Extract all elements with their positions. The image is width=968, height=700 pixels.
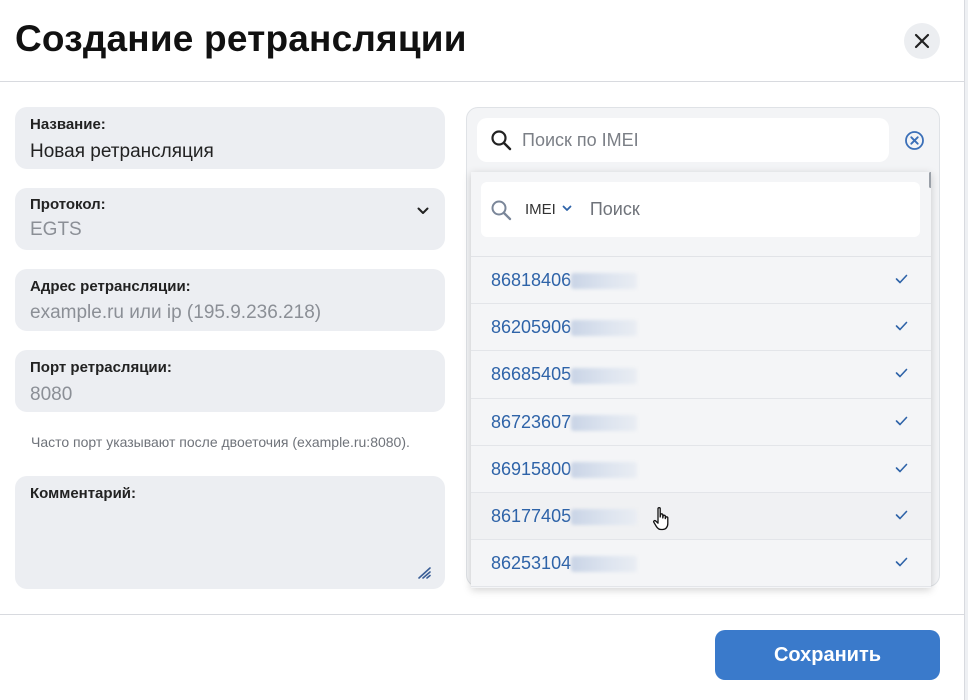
dropdown-search[interactable]: IMEI Поиск <box>481 182 920 237</box>
search-icon <box>491 200 512 220</box>
hand-pointer-icon <box>653 507 669 531</box>
list-item[interactable]: 86915800 <box>471 445 931 493</box>
list-item[interactable]: 86205906 <box>471 304 931 352</box>
masked-digits <box>571 509 638 526</box>
protocol-select[interactable]: Протокол: EGTS <box>15 188 445 250</box>
name-value: Новая ретрансляция <box>30 141 214 162</box>
address-input: example.ru или ip (195.9.236.218) <box>30 302 322 323</box>
search-icon <box>491 130 512 151</box>
imei-value: 86177405 <box>491 506 638 527</box>
dialog-header: Создание ретрансляции <box>0 0 968 82</box>
masked-digits <box>571 367 638 384</box>
resize-handle-icon[interactable] <box>417 567 431 579</box>
port-input: 8080 <box>30 384 73 405</box>
port-hint: Часто порт указывают после двоеточия (ex… <box>31 434 410 450</box>
comment-textarea[interactable]: Комментарий: <box>15 476 445 589</box>
address-label: Адрес ретрансляции: <box>30 278 191 295</box>
imei-value: 86253104 <box>491 553 638 574</box>
masked-digits <box>571 273 638 290</box>
masked-digits <box>571 462 638 478</box>
list-item[interactable]: 86685405 <box>471 351 931 399</box>
scrollbar-thumb[interactable] <box>929 172 931 188</box>
check-icon <box>895 510 908 520</box>
dropdown-search-input[interactable]: Поиск <box>590 199 640 220</box>
imei-value: 86205906 <box>491 317 638 338</box>
comment-label: Комментарий: <box>30 485 137 502</box>
chevron-down-icon[interactable] <box>562 205 572 212</box>
list-item[interactable]: 86723607 <box>471 398 931 446</box>
check-icon <box>895 274 908 284</box>
address-field[interactable]: Адрес ретрансляции: example.ru или ip (1… <box>15 269 445 331</box>
imei-list: 86818406 86205906 86685405 86723607 8691… <box>471 257 931 588</box>
dialog-title: Создание ретрансляции <box>15 18 467 59</box>
masked-digits <box>571 320 638 337</box>
protocol-value: EGTS <box>30 219 82 240</box>
masked-digits <box>571 556 638 573</box>
footer-divider <box>0 614 964 615</box>
imei-value: 86915800 <box>491 459 638 480</box>
name-field[interactable]: Название: Новая ретрансляция <box>15 107 445 169</box>
imei-search-placeholder: Поиск по IMEI <box>522 129 639 150</box>
close-icon <box>914 33 930 49</box>
check-icon <box>895 557 908 567</box>
list-item[interactable]: 86177405 <box>471 492 931 541</box>
masked-digits <box>571 414 638 431</box>
name-label: Название: <box>30 116 106 133</box>
imei-dropdown: IMEI Поиск 86818406 86205906 86685405 86… <box>471 172 931 588</box>
check-icon <box>895 321 908 331</box>
check-icon <box>895 369 908 378</box>
port-label: Порт ретрасляции: <box>30 359 172 376</box>
clear-icon[interactable] <box>904 130 925 151</box>
port-field[interactable]: Порт ретрасляции: 8080 <box>15 350 445 412</box>
imei-filter-select[interactable]: IMEI <box>525 201 556 218</box>
list-item[interactable]: 86253104 <box>471 540 931 588</box>
check-icon <box>895 463 908 473</box>
page-edge <box>964 0 968 700</box>
imei-search-input[interactable]: Поиск по IMEI <box>477 118 889 162</box>
protocol-label: Протокол: <box>30 196 106 213</box>
list-item[interactable]: 86818406 <box>471 257 931 305</box>
imei-value: 86685405 <box>491 364 638 385</box>
check-icon <box>895 416 908 425</box>
imei-value: 86723607 <box>491 412 638 433</box>
imei-value: 86818406 <box>491 270 638 291</box>
save-button[interactable]: Сохранить <box>715 630 940 680</box>
close-button[interactable] <box>904 23 940 59</box>
chevron-down-icon <box>417 207 429 214</box>
